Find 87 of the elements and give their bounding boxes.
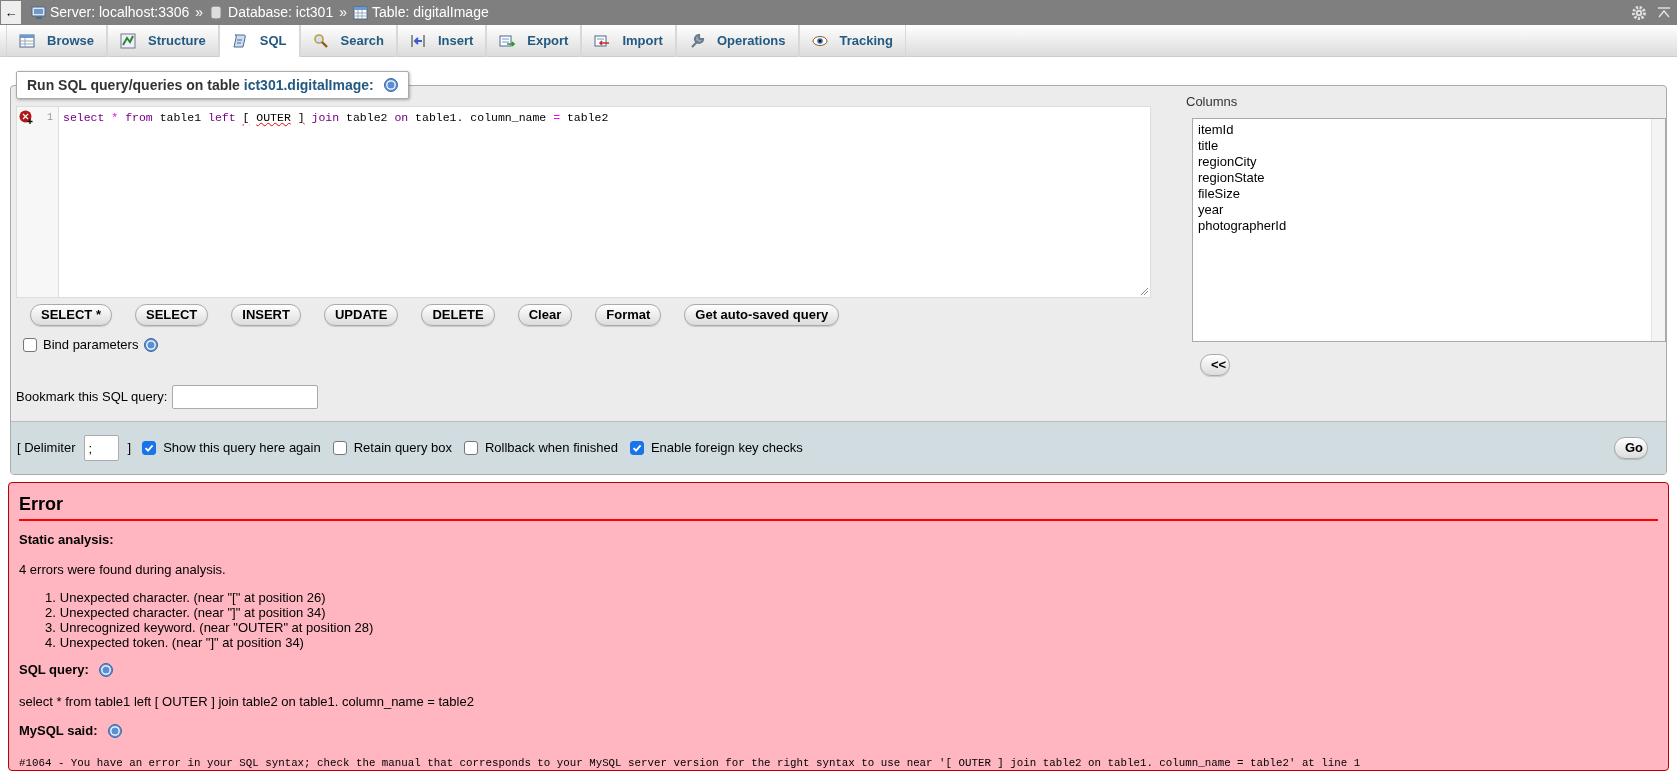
table-icon [19, 33, 35, 49]
checkbox-label: Retain query box [353, 439, 452, 458]
query-button[interactable]: Get auto-saved query [684, 304, 840, 326]
delimiter-label: [ Delimiter [17, 439, 76, 458]
checkbox[interactable] [332, 441, 347, 455]
list-number: 4. [45, 635, 56, 650]
checkbox-label: Enable foreign key checks [650, 439, 803, 458]
list-number: 1. [45, 590, 56, 605]
bookmark-field[interactable] [172, 384, 319, 409]
table-icon [353, 5, 368, 20]
query-button[interactable]: SELECT [134, 304, 209, 326]
help-icon [98, 662, 113, 677]
delimiter-field[interactable]: ; [83, 435, 119, 461]
legend-text: Run SQL query/queries on table ict301.digitalImage: [27, 75, 374, 95]
section-heading: SQL query: [19, 661, 89, 679]
scrollbar[interactable] [1651, 118, 1665, 341]
export-icon [499, 33, 516, 49]
checkbox[interactable] [629, 441, 644, 455]
mysql-message: #1064 - You have an error in your SQL syntax; check the manual that corresponds to your MySQL server version for the right syntax to use near '[ OUTER ] join table2 on table1. column_name = table2' at line 1 [19, 755, 1362, 771]
tab[interactable]: SQL [218, 25, 300, 57]
help-icon [107, 723, 122, 738]
tab[interactable]: Structure [106, 25, 219, 57]
breadcrumb-link[interactable]: Table: digitalImage [372, 2, 489, 23]
error-item: Unrecognized keyword. (near "OUTER" at position 28) [59, 620, 374, 635]
section-heading: MySQL said: [19, 722, 98, 740]
query-button[interactable]: DELETE [421, 304, 495, 326]
checkbox-label: Rollback when finished [484, 439, 618, 458]
section-heading: Static analysis: [19, 531, 115, 549]
list-number: 3. [45, 620, 56, 635]
error-title: Error [19, 494, 63, 514]
collapse-icon [1657, 5, 1671, 20]
back-button[interactable]: ← [1, 1, 21, 24]
breadcrumb-separator: » [339, 3, 347, 22]
insert-icon [409, 33, 426, 49]
document-icon [231, 33, 248, 49]
checkbox-label: Show this query here again [163, 439, 321, 458]
tab[interactable]: Tracking [798, 25, 906, 57]
column-item[interactable]: fileSize [1198, 185, 1651, 202]
tab[interactable]: Search [299, 25, 397, 57]
query-button[interactable]: UPDATE [323, 304, 399, 326]
column-item[interactable]: year [1198, 201, 1651, 218]
breadcrumb-separator: » [195, 3, 204, 22]
tab[interactable]: Browse [6, 25, 107, 57]
tab[interactable]: Export [486, 25, 582, 57]
delimiter-bracket: ] [127, 439, 132, 458]
search-icon [312, 33, 329, 49]
settings-icon [1631, 4, 1647, 21]
eye-icon [811, 33, 828, 49]
field-label: Bookmark this SQL query: [16, 387, 168, 406]
columns-label: Columns [1186, 93, 1239, 111]
column-item[interactable]: photographerId [1198, 217, 1651, 234]
checkbox[interactable] [463, 441, 478, 455]
query-button[interactable]: Clear [517, 304, 573, 326]
resize-handle-icon [1140, 287, 1148, 295]
line-number: 1 [47, 111, 53, 125]
checkbox-label: Bind parameters [43, 336, 139, 354]
error-item: Unexpected token. (near "]" at position 34) [59, 635, 304, 650]
query-button[interactable]: SELECT * [30, 304, 112, 326]
query-button[interactable]: Format [595, 304, 662, 326]
go-button[interactable]: Go [1614, 437, 1648, 459]
tab[interactable]: Import [581, 25, 676, 57]
columns-list[interactable]: itemId title regionCity regionState fileSize year photographerId [1192, 117, 1666, 342]
column-item[interactable]: itemId [1198, 121, 1651, 138]
column-item[interactable]: regionState [1198, 169, 1651, 186]
checkbox[interactable] [23, 337, 37, 352]
import-icon [594, 33, 611, 49]
insert-column-button[interactable]: << [1200, 353, 1230, 376]
list-number: 2. [45, 605, 56, 620]
summary-text: 4 errors were found during analysis. [19, 560, 227, 579]
breadcrumb-link[interactable]: Database: ict301 [228, 2, 334, 23]
tab[interactable]: Insert [396, 25, 487, 57]
breadcrumb-link[interactable]: Server: localhost:3306 [50, 2, 190, 23]
structure-icon [119, 33, 136, 49]
table-link[interactable]: ict301.digitalImage: [243, 76, 374, 93]
help-icon [144, 337, 159, 352]
help-icon [383, 78, 398, 92]
code-line: select * from table1 left [ OUTER ] join table2 on table1. column_name = table2 [63, 111, 609, 124]
column-item[interactable]: title [1198, 137, 1651, 154]
sql-text: select * from table1 left [ OUTER ] join table2 on table1. column_name = table2 [19, 692, 475, 711]
error-item: Unexpected character. (near "]" at position 34) [59, 605, 326, 620]
column-item[interactable]: regionCity [1198, 153, 1651, 170]
error-item: Unexpected character. (near "[" at position 26) [59, 590, 326, 605]
query-button[interactable]: INSERT [231, 304, 301, 326]
checkbox[interactable] [142, 441, 157, 455]
sql-editor[interactable]: 1 select * from table1 left [ OUTER ] join table2 on table1. column_name = table2 [16, 106, 1151, 298]
server-icon [31, 5, 46, 20]
tab[interactable]: Operations [675, 25, 799, 57]
